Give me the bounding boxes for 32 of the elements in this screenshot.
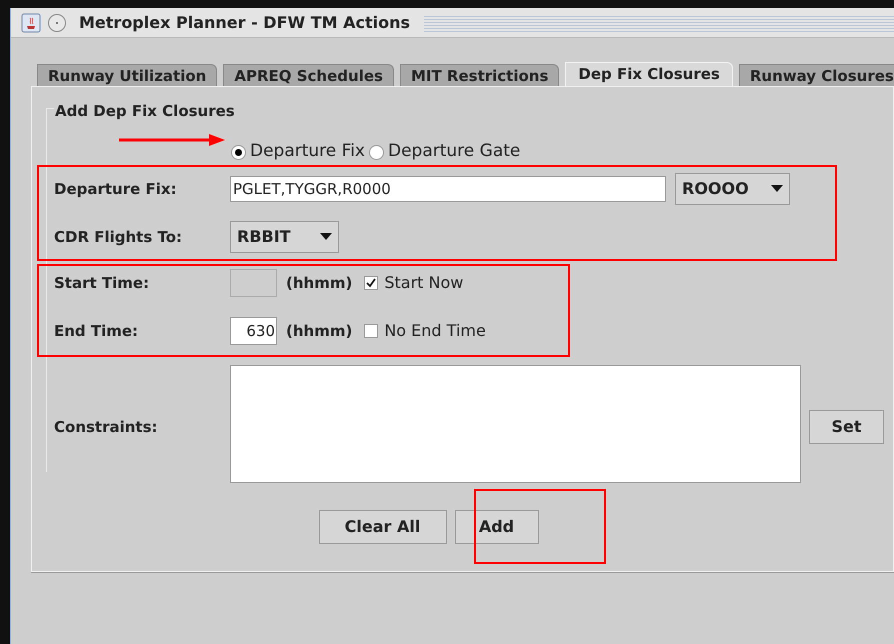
tab[interactable]: APREQ Schedules xyxy=(223,64,394,86)
tab[interactable]: Runway Closures xyxy=(738,64,894,86)
radio-option[interactable]: Departure Gate xyxy=(369,139,520,165)
field-label: Departure Fix: xyxy=(54,178,178,200)
field-label: Start Time: xyxy=(54,272,150,294)
tab[interactable]: Dep Fix Closures xyxy=(565,62,733,86)
unit-label: (hhmm) xyxy=(286,320,352,342)
radio-option[interactable]: Departure Fix xyxy=(231,139,365,165)
action-button[interactable]: Clear All xyxy=(318,510,446,544)
dropdown[interactable]: RBBIT xyxy=(230,221,339,253)
window-title: Metroplex Planner - DFW TM Actions xyxy=(79,12,410,34)
dropdown[interactable]: ROOOO xyxy=(675,173,790,205)
constraints-field[interactable] xyxy=(230,365,801,483)
field-label: End Time: xyxy=(54,320,140,342)
circle-icon xyxy=(47,12,67,32)
field-label: CDR Flights To: xyxy=(54,226,184,248)
app-icon xyxy=(21,12,41,32)
checkbox[interactable] xyxy=(364,324,378,338)
radio-button[interactable] xyxy=(231,144,246,160)
action-button[interactable]: Add xyxy=(454,510,538,544)
unit-label: (hhmm) xyxy=(286,272,352,294)
field-label: Constraints: xyxy=(54,416,159,438)
caret-icon xyxy=(771,185,783,193)
time-field[interactable]: 630 xyxy=(230,317,277,345)
group-title: Add Dep Fix Closures xyxy=(54,102,236,120)
set-button[interactable]: Set xyxy=(809,410,884,444)
caret-icon xyxy=(320,233,332,241)
tab[interactable]: Runway Utilization xyxy=(37,64,218,86)
departure-fix-field[interactable]: PGLET,TYGGR,R0000 xyxy=(230,176,666,202)
tab[interactable]: MIT Restrictions xyxy=(400,64,560,86)
checkbox-option[interactable]: No End Time xyxy=(364,319,486,343)
radio-button[interactable] xyxy=(369,144,384,160)
